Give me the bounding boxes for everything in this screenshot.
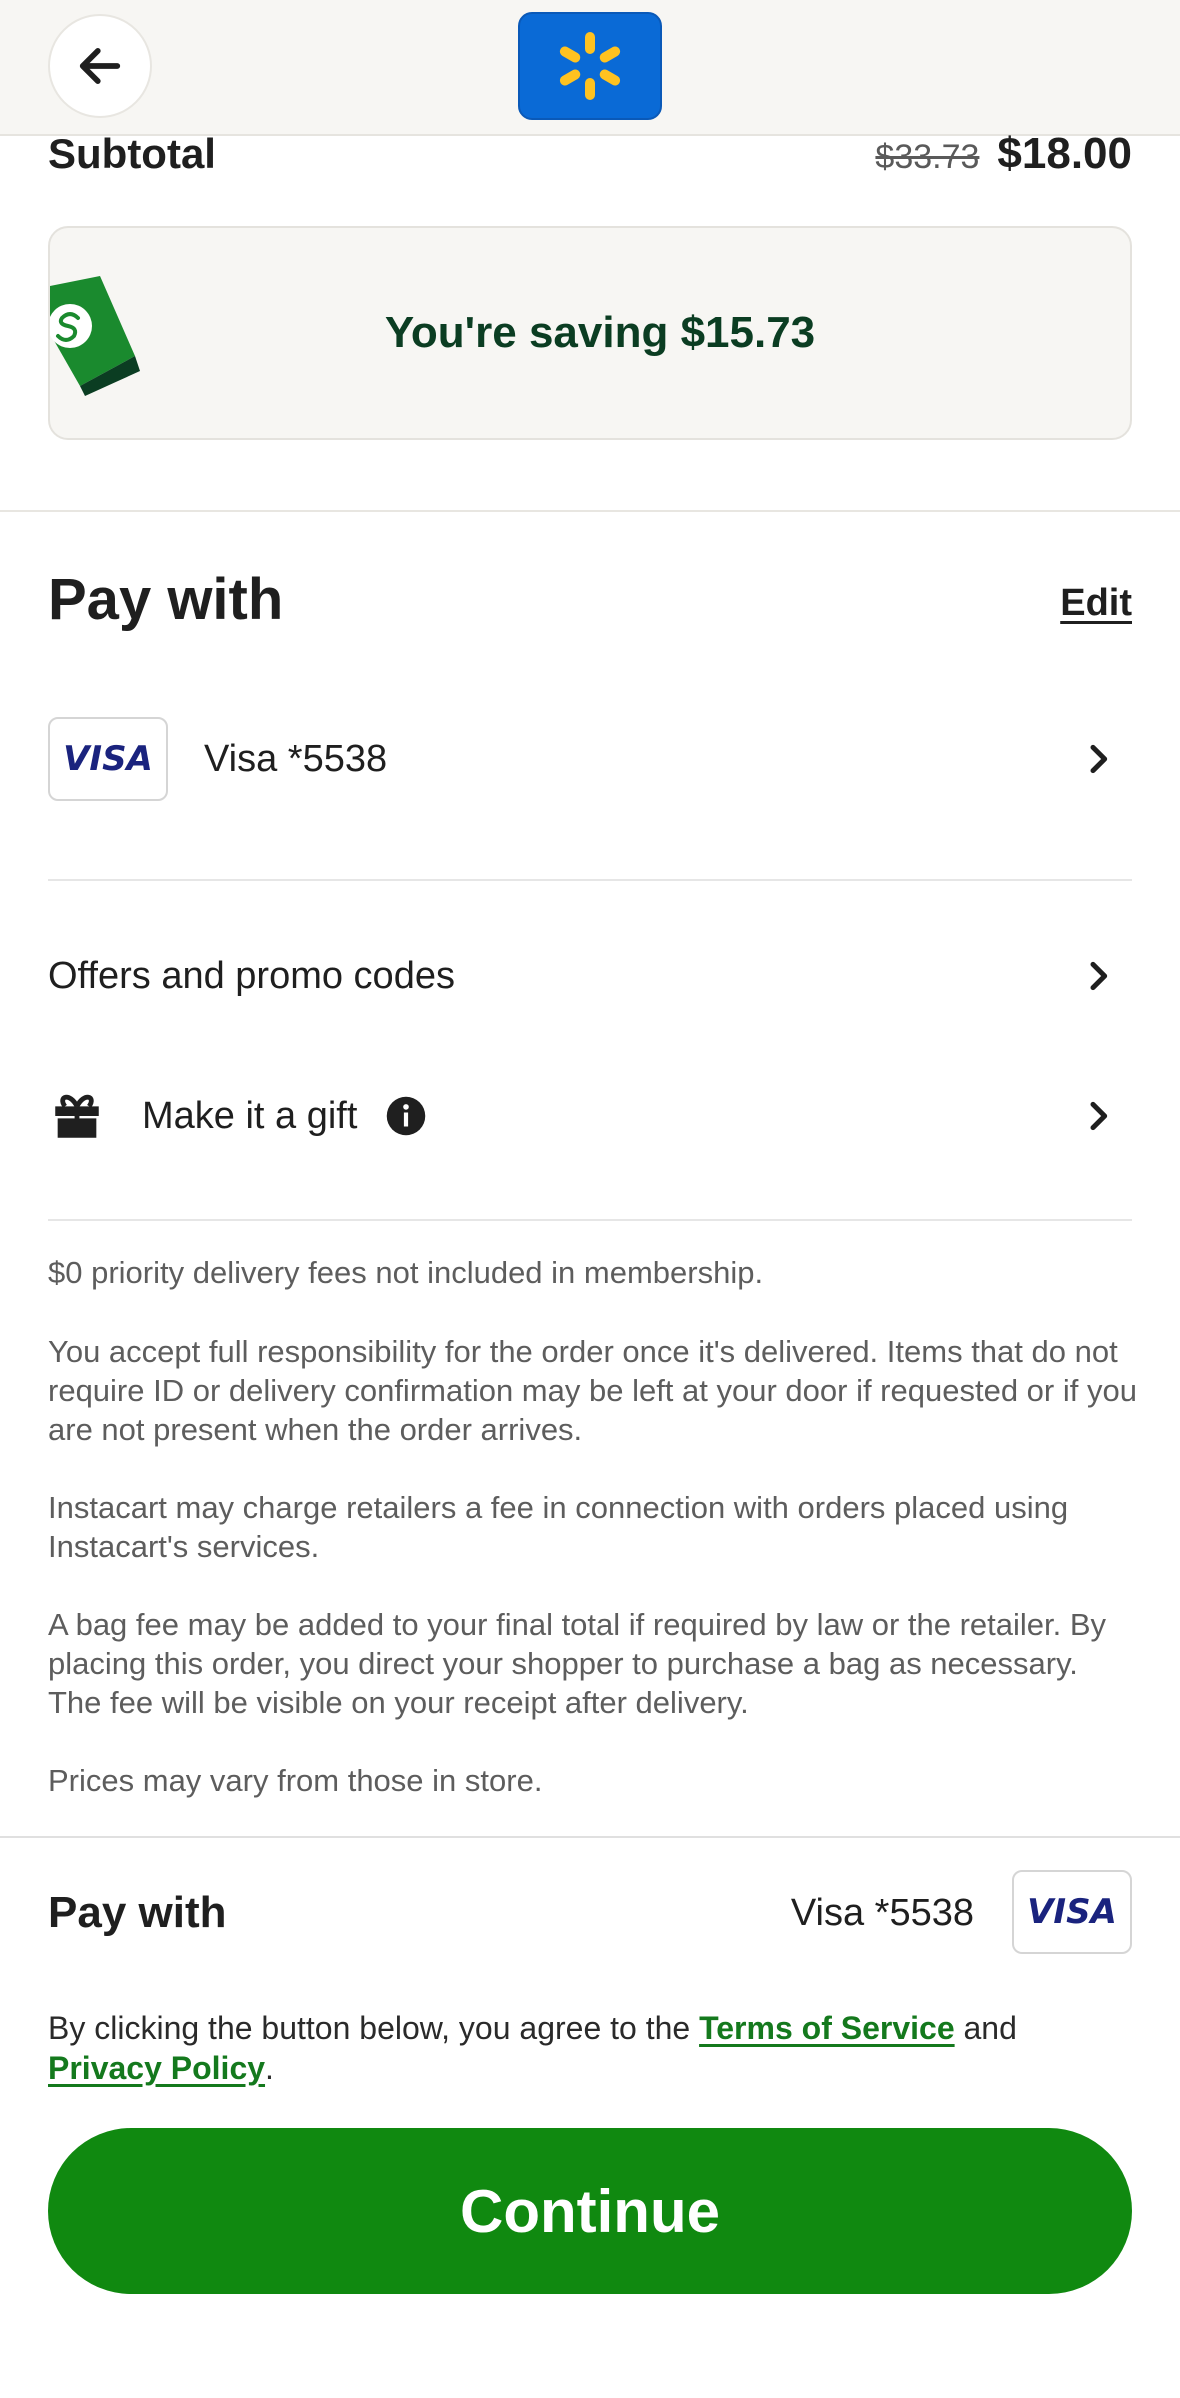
walmart-logo[interactable] <box>518 12 662 120</box>
subtotal-label: Subtotal <box>48 130 216 177</box>
subtotal-prices: $33.73 $18.00 <box>875 129 1132 179</box>
disclaimer-membership: $0 priority delivery fees not included i… <box>48 1255 764 1290</box>
gift-row[interactable]: Make it a gift <box>48 1084 1132 1148</box>
agree-prefix: By clicking the button below, you agree … <box>48 2010 700 2046</box>
payment-method-row[interactable]: VISA Visa *5538 <box>48 714 1132 804</box>
chevron-right-icon <box>1090 961 1108 991</box>
offers-promo-row[interactable]: Offers and promo codes <box>48 946 1132 1006</box>
agree-mid: and <box>954 2010 1017 2046</box>
info-icon[interactable] <box>385 1095 427 1137</box>
disclaimer-prices: Prices may vary from those in store. <box>48 1763 543 1798</box>
walmart-spark-icon <box>559 32 621 100</box>
savings-text: You're saving $15.73 <box>384 308 816 357</box>
terms-agreement: By clicking the button below, you agree … <box>48 2008 1138 2088</box>
savings-banner: You're saving $15.73 <box>48 226 1132 440</box>
footer-pay-with-label: Pay with <box>48 1888 227 1937</box>
back-button[interactable] <box>48 14 152 118</box>
pay-with-title: Pay with <box>48 567 284 632</box>
divider <box>48 879 1132 881</box>
price-tag-icon <box>50 276 140 396</box>
terms-of-service-link[interactable]: Terms of Service <box>699 2010 955 2046</box>
subtotal-row: Subtotal $33.73 $18.00 <box>48 126 1132 182</box>
arrow-left-icon <box>79 48 121 84</box>
subtotal-price: $18.00 <box>997 129 1132 178</box>
divider <box>48 1219 1132 1221</box>
edit-payment-link[interactable]: Edit <box>1060 582 1132 625</box>
visa-card-icon: VISA <box>48 717 168 801</box>
disclaimer-responsibility: You accept full responsibility for the o… <box>48 1334 1137 1447</box>
top-bar <box>0 0 1180 136</box>
offers-promo-label: Offers and promo codes <box>48 954 455 997</box>
gift-label: Make it a gift <box>142 1094 358 1137</box>
gift-icon <box>55 1094 99 1138</box>
section-divider <box>0 510 1180 512</box>
payment-method-label: Visa *5538 <box>204 737 388 780</box>
disclaimer-retailer-fee: Instacart may charge retailers a fee in … <box>48 1490 1069 1564</box>
continue-button[interactable]: Continue <box>48 2128 1132 2294</box>
checkout-footer: Pay with Visa *5538 VISA By clicking the… <box>0 1836 1180 2398</box>
chevron-right-icon <box>1090 744 1108 774</box>
footer-card-label: Visa *5538 <box>790 1892 974 1934</box>
original-price: $33.73 <box>875 138 980 176</box>
chevron-right-icon <box>1090 1101 1108 1131</box>
privacy-policy-link[interactable]: Privacy Policy <box>48 2050 265 2086</box>
disclaimer-bag-fee: A bag fee may be added to your final tot… <box>48 1607 1107 1720</box>
visa-card-icon: VISA <box>1012 1870 1132 1954</box>
agree-suffix: . <box>265 2050 274 2086</box>
